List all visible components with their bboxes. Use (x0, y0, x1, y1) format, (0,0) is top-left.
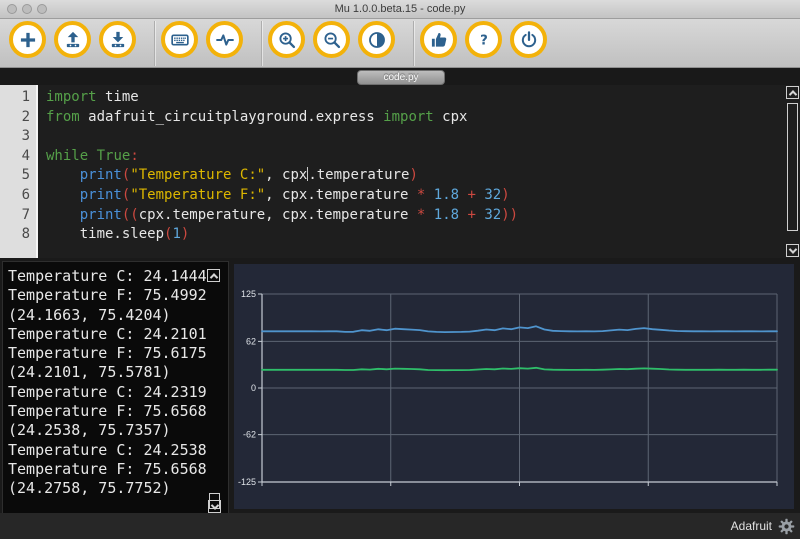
power-icon (519, 30, 539, 50)
question-icon: ? (474, 30, 494, 50)
upload-icon (63, 30, 83, 50)
line-number-gutter: 12345678 (0, 85, 38, 258)
code-text[interactable]: import timefrom adafruit_circuitplaygrou… (38, 85, 800, 258)
serial-console[interactable]: Temperature C: 24.1444Temperature F: 75.… (2, 261, 229, 514)
editor-scroll-down-icon[interactable] (786, 244, 799, 257)
console-line: (24.2101, 75.5781) (8, 363, 228, 382)
plotter-canvas: 125 62 0 -62 -125 (234, 264, 794, 509)
tab-bar: code.py (0, 68, 800, 85)
console-line: Temperature F: 75.6568 (8, 402, 228, 421)
code-line: while True: (46, 147, 800, 167)
save-button[interactable] (99, 21, 136, 58)
chevron-up-icon (788, 90, 796, 98)
download-icon (108, 30, 128, 50)
tab-label: code.py (383, 72, 418, 83)
console-line: (24.2538, 75.7357) (8, 421, 228, 440)
console-line: Temperature F: 75.4992 (8, 286, 228, 305)
chevron-down-icon (788, 245, 796, 253)
console-line: (24.1663, 75.4204) (8, 306, 228, 325)
minimize-button[interactable] (22, 4, 32, 14)
toolbar-separator (154, 21, 155, 66)
toolbar-separator (261, 21, 262, 66)
console-line: Temperature C: 24.2319 (8, 383, 228, 402)
plotter-chart: 125 62 0 -62 -125 (234, 264, 794, 509)
code-line: import time (46, 88, 800, 108)
console-line: Temperature C: 24.2538 (8, 441, 228, 460)
mode-label: Adafruit (731, 519, 772, 533)
code-line: print("Temperature C:", cpx.temperature) (46, 166, 800, 186)
editor-scrollbar-thumb[interactable] (787, 103, 798, 231)
window-title: Mu 1.0.0.beta.15 - code.py (0, 3, 800, 15)
line-number: 4 (0, 147, 30, 167)
console-line: Temperature C: 24.2101 (8, 325, 228, 344)
zoom-in-icon (277, 30, 297, 50)
svg-text:62: 62 (246, 336, 256, 346)
svg-text:125: 125 (241, 289, 256, 299)
chevron-down-icon (210, 501, 218, 509)
line-number: 5 (0, 166, 30, 186)
console-line: Temperature F: 75.6175 (8, 344, 228, 363)
keyboard-icon (170, 30, 190, 50)
toolbar-buttons: ? (0, 19, 800, 68)
console-line: Temperature F: 75.6568 (8, 460, 228, 479)
console-line: (24.2758, 75.7752) (8, 479, 228, 498)
help-button[interactable]: ? (465, 21, 502, 58)
repl-button[interactable] (161, 21, 198, 58)
console-line: Temperature C: 24.1444 (8, 267, 228, 286)
code-line (46, 127, 800, 147)
line-number: 6 (0, 186, 30, 206)
plus-icon (18, 30, 38, 50)
line-number: 8 (0, 225, 30, 245)
new-button[interactable] (9, 21, 46, 58)
contrast-icon (367, 30, 387, 50)
svg-text:-125: -125 (238, 477, 256, 487)
maximize-button[interactable] (37, 4, 47, 14)
code-line: print("Temperature F:", cpx.temperature … (46, 186, 800, 206)
gear-icon[interactable] (778, 518, 795, 535)
editor-scroll-up-icon[interactable] (786, 86, 799, 99)
waveform-icon (215, 30, 235, 50)
line-number: 2 (0, 108, 30, 128)
thumbs-up-icon (429, 30, 449, 50)
status-bar: Adafruit (0, 513, 800, 539)
svg-text:-62: -62 (243, 430, 256, 440)
code-line: from adafruit_circuitplayground.express … (46, 108, 800, 128)
zoom-in-button[interactable] (268, 21, 305, 58)
close-button[interactable] (7, 4, 17, 14)
window-controls (7, 4, 47, 14)
line-number: 3 (0, 127, 30, 147)
chevron-up-icon (209, 273, 217, 281)
code-editor[interactable]: 12345678 import timefrom adafruit_circui… (0, 85, 800, 258)
theme-button[interactable] (358, 21, 395, 58)
svg-text:0: 0 (251, 383, 256, 393)
toolbar-separator (413, 21, 414, 66)
line-number: 1 (0, 88, 30, 108)
quit-button[interactable] (510, 21, 547, 58)
svg-text:?: ? (480, 33, 488, 48)
console-scroll-down-icon[interactable] (208, 500, 221, 513)
load-button[interactable] (54, 21, 91, 58)
tab-code-py[interactable]: code.py (357, 70, 445, 85)
code-line: time.sleep(1) (46, 225, 800, 245)
code-line: print((cpx.temperature, cpx.temperature … (46, 206, 800, 226)
zoom-out-icon (322, 30, 342, 50)
console-scroll-up-icon[interactable] (207, 269, 220, 282)
plotter-button[interactable] (206, 21, 243, 58)
titlebar: Mu 1.0.0.beta.15 - code.py (0, 0, 800, 19)
zoom-out-button[interactable] (313, 21, 350, 58)
check-button[interactable] (420, 21, 457, 58)
mu-editor-window: Mu 1.0.0.beta.15 - code.py ? code.py 123… (0, 0, 800, 539)
line-number: 7 (0, 206, 30, 226)
